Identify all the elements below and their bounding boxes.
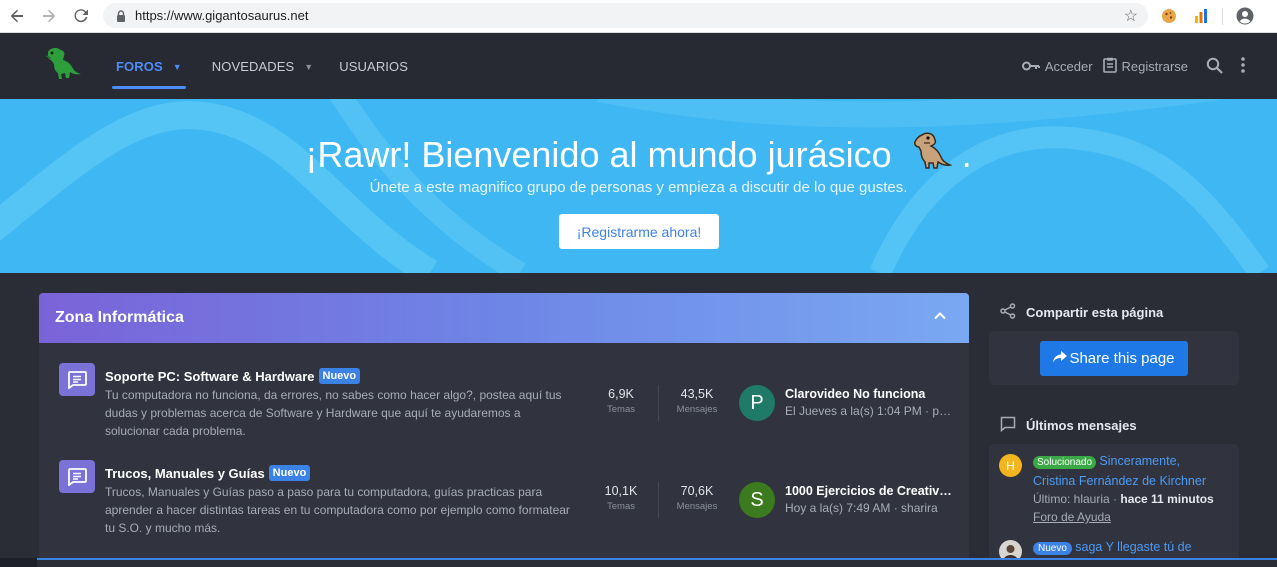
share-page-label[interactable]: Share this page: [1069, 350, 1174, 367]
share-page-button[interactable]: Share this page: [1040, 341, 1188, 376]
last-post-meta[interactable]: Hoy a la(s) 7:49 AM · sharira: [785, 501, 953, 515]
nav-foros-label[interactable]: FOROS: [116, 59, 163, 74]
latest-post-title[interactable]: saga Y llegaste tú de: [1075, 540, 1191, 554]
profile-icon[interactable]: [1234, 5, 1256, 27]
category-title[interactable]: Zona Informática: [55, 309, 184, 327]
clipboard-icon: [1102, 57, 1117, 76]
forward-arrow-icon[interactable]: [36, 3, 62, 29]
chevron-up-icon[interactable]: [933, 309, 947, 323]
forum-node: Soporte PC: Software & Hardware Nuevo Tu…: [39, 343, 969, 440]
browser-toolbar: https://www.gigantosaurus.net ☆: [0, 0, 1277, 33]
forum-title-row: Soporte PC: Software & Hardware Nuevo: [105, 368, 361, 384]
nav-usuarios[interactable]: USUARIOS: [339, 34, 408, 99]
messages-label: Mensajes: [676, 501, 718, 512]
latest-post-item: Solucionado Sinceramente, Cristina Ferná…: [1033, 452, 1223, 526]
bottom-bar-segment: [0, 558, 37, 567]
share-heading-text: Compartir esta página: [1026, 305, 1164, 320]
threads-count: 10,1K: [604, 484, 638, 498]
latest-post-forum[interactable]: Foro de Ayuda: [1033, 510, 1111, 524]
forum-category-block: Zona Informática Soporte PC: Software & …: [39, 293, 969, 567]
forum-chat-icon: [59, 363, 95, 396]
avatar[interactable]: H: [999, 454, 1022, 477]
login-label[interactable]: Acceder: [1045, 59, 1093, 74]
nav-usuarios-label[interactable]: USUARIOS: [339, 59, 408, 74]
stat-divider: [658, 385, 659, 421]
new-badge: Nuevo: [1033, 542, 1072, 555]
dinosaur-logo[interactable]: [40, 44, 84, 84]
avatar[interactable]: P: [739, 385, 775, 421]
back-arrow-icon[interactable]: [4, 3, 30, 29]
latest-posts-box: H Solucionado Sinceramente, Cristina Fer…: [989, 444, 1239, 567]
nav-novedades-label[interactable]: NOVEDADES: [212, 59, 295, 74]
cookie-extension-icon[interactable]: [1158, 5, 1180, 27]
share-arrow-icon: [1053, 350, 1068, 367]
more-vertical-icon[interactable]: [1241, 57, 1245, 76]
comment-icon: [1000, 416, 1016, 435]
new-badge: Nuevo: [268, 465, 311, 481]
avatar[interactable]: S: [739, 482, 775, 518]
url-text[interactable]: https://www.gigantosaurus.net: [135, 8, 308, 23]
threads-label: Temas: [607, 404, 635, 415]
forum-title-row: Trucos, Manuales y Guías Nuevo: [105, 465, 311, 481]
lock-icon: [115, 9, 127, 22]
messages-count: 70,6K: [680, 484, 714, 498]
nav-novedades[interactable]: NOVEDADES ▼: [212, 34, 314, 99]
banner-title: ¡Rawr! Bienvenido al mundo jurásico .: [0, 129, 1277, 182]
chevron-down-icon[interactable]: ▼: [304, 62, 313, 72]
messages-count: 43,5K: [680, 387, 714, 401]
nav-foros[interactable]: FOROS ▼: [112, 34, 186, 99]
user-links: Acceder Registrarse: [1021, 34, 1245, 99]
messages-stat: 70,6K Mensajes: [667, 484, 727, 512]
category-header[interactable]: Zona Informática: [39, 293, 969, 343]
address-bar[interactable]: https://www.gigantosaurus.net ☆: [103, 3, 1148, 28]
threads-stat: 6,9K Temas: [591, 387, 651, 415]
site-header: FOROS ▼ NOVEDADES ▼ USUARIOS Acceder Reg…: [0, 34, 1277, 99]
messages-stat: 43,5K Mensajes: [667, 387, 727, 415]
messages-label: Mensajes: [676, 404, 718, 415]
latest-post-meta-prefix: Último: hlauria ·: [1033, 492, 1121, 506]
forum-chat-icon: [59, 460, 95, 493]
forum-node: Trucos, Manuales y Guías Nuevo Trucos, M…: [39, 440, 969, 537]
banner-title-text: ¡Rawr! Bienvenido al mundo jurásico: [305, 134, 892, 175]
active-tab-indicator: [112, 86, 186, 89]
new-badge: Nuevo: [318, 368, 361, 384]
toolbar-divider: [1222, 8, 1223, 25]
t-rex-icon: [908, 129, 953, 182]
share-heading: Compartir esta página: [1000, 303, 1163, 322]
welcome-banner: ¡Rawr! Bienvenido al mundo jurásico . Ún…: [0, 99, 1277, 273]
share-box: Share this page: [989, 331, 1239, 385]
forum-title[interactable]: Soporte PC: Software & Hardware: [105, 369, 315, 384]
register-now-button[interactable]: ¡Registrarme ahora!: [559, 214, 719, 249]
banner-subtitle: Únete a este magnifico grupo de personas…: [369, 179, 908, 196]
register-link[interactable]: Registrarse: [1102, 57, 1188, 76]
latest-posts-heading-text: Últimos mensajes: [1026, 418, 1137, 433]
forum-description: Trucos, Manuales y Guías paso a paso par…: [105, 485, 570, 535]
latest-post-item: Nuevo saga Y llegaste tú de: [1033, 538, 1223, 558]
main-content: Zona Informática Soporte PC: Software & …: [0, 273, 1277, 567]
banner-title-suffix: .: [961, 134, 972, 175]
last-post-title[interactable]: 1000 Ejercicios de Creatividad...: [785, 484, 953, 498]
forum-title[interactable]: Trucos, Manuales y Guías: [105, 466, 265, 481]
solved-badge: Solucionado: [1033, 456, 1097, 469]
bottom-progress-bar: [0, 558, 1277, 567]
reload-icon[interactable]: [68, 3, 94, 29]
search-icon[interactable]: [1206, 57, 1223, 77]
threads-stat: 10,1K Temas: [591, 484, 651, 512]
register-label[interactable]: Registrarse: [1122, 59, 1188, 74]
latest-posts-heading: Últimos mensajes: [1000, 416, 1137, 435]
login-link[interactable]: Acceder: [1021, 59, 1093, 74]
threads-count: 6,9K: [608, 387, 634, 401]
analytics-extension-icon[interactable]: [1190, 5, 1212, 27]
forum-description: Tu computadora no funciona, da errores, …: [105, 388, 562, 438]
share-icon: [1000, 303, 1016, 322]
last-post-title[interactable]: Clarovideo No funciona: [785, 387, 953, 401]
stat-divider: [658, 482, 659, 518]
chevron-down-icon[interactable]: ▼: [173, 62, 182, 72]
threads-label: Temas: [607, 501, 635, 512]
last-post-meta[interactable]: El Jueves a la(s) 1:04 PM · pa...: [785, 404, 953, 418]
latest-post-time: hace 11 minutos: [1120, 492, 1214, 506]
key-icon: [1021, 59, 1040, 74]
main-navigation: FOROS ▼ NOVEDADES ▼ USUARIOS: [112, 34, 408, 99]
bookmark-star-icon[interactable]: ☆: [1124, 6, 1138, 26]
